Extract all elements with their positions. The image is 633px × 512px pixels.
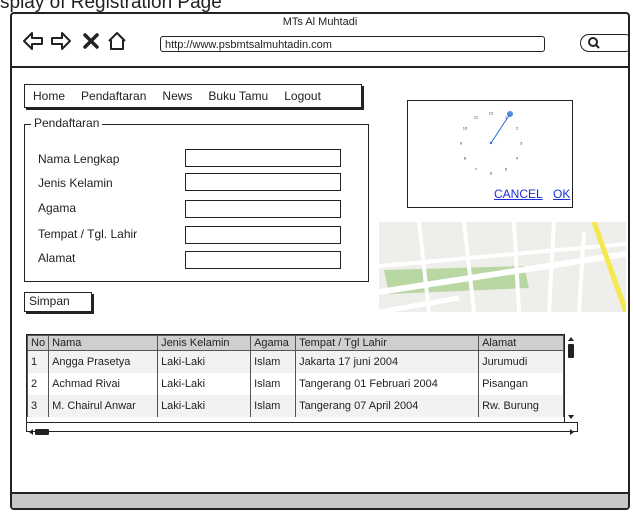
cell-no: 2 [26,373,50,395]
cell-agama: Islam [250,395,297,417]
cell-no: 3 [26,395,50,417]
scroll-thumb-horizontal [35,429,49,435]
col-header-tempat-tgl-lahir[interactable]: Tempat / Tgl Lahir [295,335,480,351]
col-header-jenis-kelamin[interactable]: Jenis Kelamin [157,335,252,351]
save-button[interactable]: Simpan [24,292,92,312]
scroll-left-arrow-icon [29,429,33,435]
url-bar[interactable]: http://www.psbmtsalmuhtadin.com [160,36,545,52]
cell-nama: M. Chairul Anwar [48,395,159,417]
menu-item-logout[interactable]: Logout [276,89,329,103]
input-agama[interactable] [185,200,341,218]
table-horizontal-scrollbar[interactable] [26,422,578,435]
table-row[interactable]: 1 Angga Prasetya Laki-Laki Islam Jakarta… [26,350,564,373]
menu-item-news[interactable]: News [154,89,200,103]
registration-form: Pendaftaran Nama Lengkap Jenis Kelamin A… [24,116,369,282]
scroll-right-arrow-icon [570,429,574,435]
cancel-button[interactable]: CANCEL [494,187,543,201]
menu-item-home[interactable]: Home [25,89,73,103]
scroll-up-arrow-icon [568,337,574,341]
menu-item-pendaftaran[interactable]: Pendaftaran [73,89,154,103]
input-tempat-tgl-lahir[interactable] [185,226,341,244]
cell-alamat: Rw. Burung [478,395,564,417]
label-nama-lengkap: Nama Lengkap [38,152,120,166]
cell-no: 1 [26,350,50,373]
location-map[interactable] [379,222,626,312]
clock-number[interactable]: 10 [463,126,468,131]
search-icon [588,37,600,49]
label-agama: Agama [38,201,77,215]
col-header-no[interactable]: No [26,335,50,351]
map-view [379,222,626,312]
cell-tempat-tgl-lahir: Tangerang 07 April 2004 [295,395,480,417]
input-alamat[interactable] [185,251,341,269]
scroll-down-arrow-icon [568,415,574,419]
browser-titlebar: MTs Al Muhtadi http://www.psbmtsalmuhtad… [12,14,628,68]
time-picker-dialog: 12 1 2 3 4 5 6 7 8 9 10 11 CANCEL OK [407,100,573,208]
cell-tempat-tgl-lahir: Jakarta 17 juni 2004 [295,350,480,373]
home-icon[interactable] [106,31,128,51]
menu-item-buku-tamu[interactable]: Buku Tamu [200,89,276,103]
clock-face[interactable]: 121234567891011 [446,103,536,183]
form-legend: Pendaftaran [31,116,103,130]
forward-arrow-icon[interactable] [50,31,72,51]
input-jenis-kelamin[interactable] [185,173,341,191]
scroll-thumb [568,344,574,358]
horizontal-scroll-controls [29,429,574,435]
main-menu: Home Pendaftaran News Buku Tamu Logout [24,84,362,108]
cell-alamat: Pisangan [478,373,564,395]
status-bar [12,492,628,508]
input-nama-lengkap[interactable] [185,149,341,167]
table-header-row: No Nama Jenis Kelamin Agama Tempat / Tgl… [26,335,564,351]
student-table: No Nama Jenis Kelamin Agama Tempat / Tgl… [26,335,564,417]
col-header-nama[interactable]: Nama [48,335,159,351]
cell-tempat-tgl-lahir: Tangerang 01 Februari 2004 [295,373,480,395]
cell-agama: Islam [250,373,297,395]
clock-number[interactable]: 12 [489,111,494,116]
cell-nama: Angga Prasetya [48,350,159,373]
table-row[interactable]: 2 Achmad Rivai Laki-Laki Islam Tangerang… [26,373,564,395]
col-header-agama[interactable]: Agama [250,335,297,351]
cell-nama: Achmad Rivai [48,373,159,395]
search-box[interactable] [580,34,628,52]
label-tempat-tgl-lahir: Tempat / Tgl. Lahir [38,227,138,241]
cell-alamat: Jurumudi [478,350,564,373]
clock-hand-handle[interactable] [507,111,513,117]
close-x-icon[interactable] [80,31,102,51]
table-vertical-scrollbar[interactable] [564,334,578,422]
window-title: MTs Al Muhtadi [282,16,358,28]
back-arrow-icon[interactable] [22,31,44,51]
ok-button[interactable]: OK [553,187,570,201]
label-jenis-kelamin: Jenis Kelamin [38,176,113,190]
vertical-scroll-controls [568,337,574,419]
browser-window: MTs Al Muhtadi http://www.psbmtsalmuhtad… [10,12,630,510]
table-row[interactable]: 3 M. Chairul Anwar Laki-Laki Islam Tange… [26,395,564,417]
label-alamat: Alamat [38,251,76,265]
col-header-alamat[interactable]: Alamat [478,335,564,351]
cell-jenis-kelamin: Laki-Laki [157,373,252,395]
cell-agama: Islam [250,350,297,373]
cell-jenis-kelamin: Laki-Laki [157,395,252,417]
cell-jenis-kelamin: Laki-Laki [157,350,252,373]
